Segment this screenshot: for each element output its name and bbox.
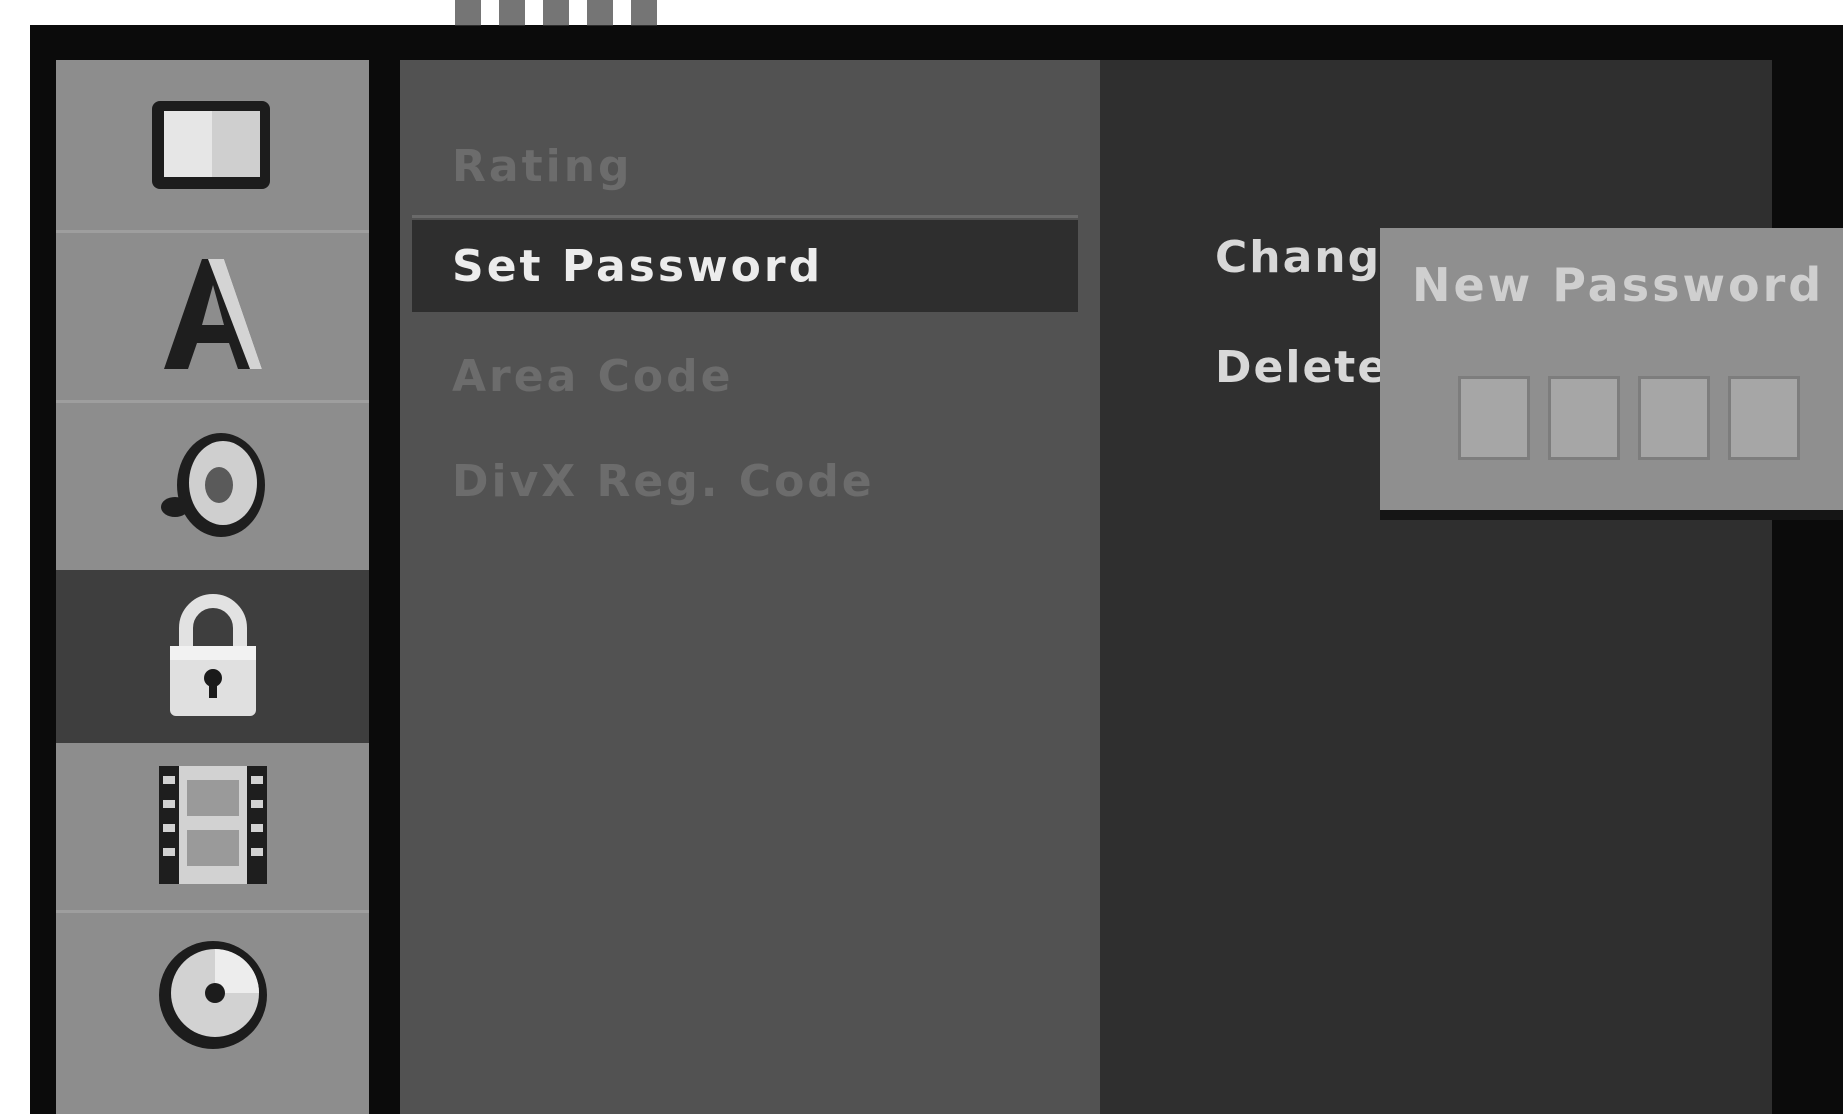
lock-icon [169,594,256,716]
category-lock[interactable] [56,570,369,743]
settings-menu-panel: Rating Set Password Area Code DivX Reg. … [400,60,1100,1114]
speaker-icon [160,433,265,537]
language-a-icon [163,259,262,369]
menu-item-area-code[interactable]: Area Code [400,330,1080,422]
password-digit-2[interactable] [1548,376,1620,460]
password-digit-3[interactable] [1638,376,1710,460]
category-audio[interactable] [56,400,369,573]
menu-item-set-password[interactable]: Set Password [412,220,1078,312]
popup-title: New Password [1412,258,1825,312]
tv-screen-icon [151,101,270,189]
password-digit-1[interactable] [1458,376,1530,460]
category-display[interactable] [56,60,369,233]
menu-title-fragment [455,0,665,26]
password-digit-4[interactable] [1728,376,1800,460]
option-delete[interactable]: Delete [1215,342,1389,393]
category-disc[interactable] [56,910,369,1080]
new-password-popup: New Password [1380,228,1843,510]
menu-divider [412,215,1078,218]
password-digit-fields [1458,376,1800,460]
menu-item-divx-reg-code[interactable]: DivX Reg. Code [400,435,1080,527]
disc-icon [158,941,267,1049]
category-language[interactable] [56,230,369,403]
film-strip-icon [158,766,267,884]
options-panel: Change Delete [1100,60,1772,1114]
menu-item-rating[interactable]: Rating [400,120,1080,212]
category-sidebar [56,60,369,1114]
category-recording[interactable] [56,740,369,913]
